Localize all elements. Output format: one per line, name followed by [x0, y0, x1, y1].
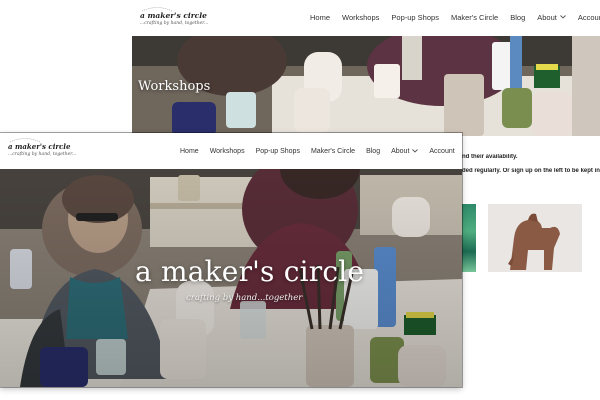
site-header: a maker's circle ...crafting by hand, to…	[0, 133, 462, 169]
chevron-down-icon	[560, 15, 566, 19]
screenshot-stage: a maker's circle ...crafting by hand, to…	[0, 0, 600, 400]
logo-tagline: ...crafting by hand, together...	[8, 152, 77, 157]
nav-item-about-label: About	[391, 147, 410, 155]
workshops-intro-line-1: nd their availability.	[462, 154, 518, 160]
nav-item-about-label: About	[537, 12, 557, 22]
logo-brand-text: a maker's circle	[140, 11, 207, 20]
site-logo[interactable]: a maker's circle ...crafting by hand, to…	[140, 6, 208, 26]
site-logo[interactable]: a maker's circle ...crafting by hand, to…	[8, 137, 76, 157]
chevron-down-icon	[412, 149, 419, 153]
nav-item-account[interactable]: Account	[429, 148, 454, 155]
workshops-hero-title: Workshops	[138, 79, 211, 94]
logo-tagline: ...crafting by hand, together...	[140, 21, 209, 26]
nav-item-about[interactable]: About	[391, 147, 419, 155]
home-page-window: a maker's circle ...crafting by hand, to…	[0, 133, 462, 387]
main-nav: Home Workshops Pop-up Shops Maker's Circ…	[180, 144, 462, 158]
nav-item-blog[interactable]: Blog	[366, 148, 380, 155]
home-hero-banner: a maker's circle crafting by hand...toge…	[0, 169, 462, 387]
nav-item-home[interactable]: Home	[310, 13, 330, 22]
nav-item-makers-circle[interactable]: Maker's Circle	[311, 148, 355, 155]
hero-subtitle: crafting by hand...together	[186, 293, 303, 303]
ceramic-figure-image	[508, 213, 560, 270]
workshop-thumbnail-ceramic[interactable]	[488, 204, 582, 272]
workshops-hero-banner: Workshops	[132, 36, 600, 136]
workshop-thumbnail-plant[interactable]	[462, 204, 476, 272]
nav-item-account[interactable]: Account	[578, 13, 600, 22]
nav-item-makers-circle[interactable]: Maker's Circle	[451, 13, 498, 22]
logo-brand-text: a maker's circle	[8, 142, 71, 151]
nav-item-blog[interactable]: Blog	[510, 13, 525, 22]
nav-item-about[interactable]: About	[537, 13, 566, 22]
nav-item-workshops[interactable]: Workshops	[210, 148, 245, 155]
nav-item-popup-shops[interactable]: Pop-up Shops	[256, 148, 300, 155]
nav-item-popup-shops[interactable]: Pop-up Shops	[391, 13, 439, 22]
nav-item-home[interactable]: Home	[180, 148, 199, 155]
hero-title: a maker's circle	[135, 255, 365, 288]
nav-item-workshops[interactable]: Workshops	[342, 13, 379, 22]
workshops-intro-line-2: ded regularly. Or sign up on the left to…	[462, 168, 600, 174]
main-nav: Home Workshops Pop-up Shops Maker's Circ…	[310, 10, 600, 24]
